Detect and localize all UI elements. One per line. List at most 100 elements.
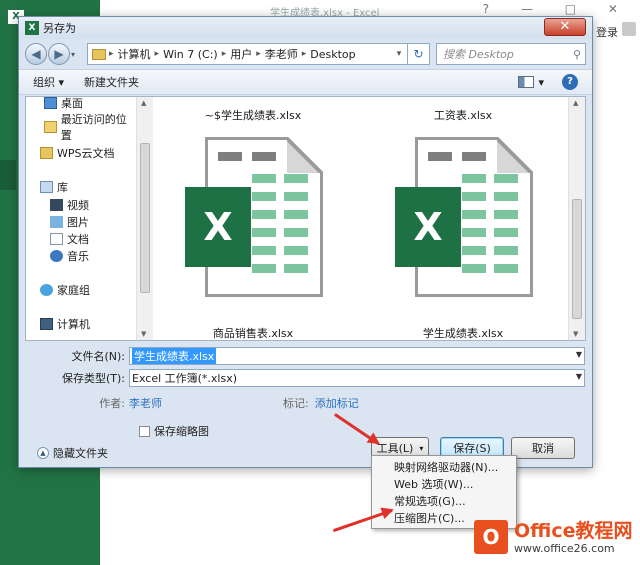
sidebar-item-computer[interactable]: 计算机 bbox=[40, 316, 90, 332]
breadcrumb-separator[interactable]: ▸ bbox=[256, 49, 261, 59]
sheet-cell bbox=[284, 228, 308, 237]
menu-item-map-network-drive[interactable]: 映射网络驱动器(N)... bbox=[372, 458, 516, 475]
filetype-value: Excel 工作簿(*.xlsx) bbox=[132, 372, 238, 385]
video-icon bbox=[50, 199, 63, 211]
file-temp-grades[interactable]: ~$学生成绩表.xlsx bbox=[173, 107, 333, 123]
scroll-down-icon[interactable]: ▼ bbox=[141, 330, 146, 338]
sidebar-item-recent[interactable]: 最近访问的位置 bbox=[44, 111, 136, 143]
add-tags-link[interactable]: 添加标记 bbox=[315, 395, 359, 411]
tools-button-label: 工具(L) bbox=[376, 442, 414, 455]
scroll-down-icon[interactable]: ▼ bbox=[573, 330, 578, 338]
breadcrumb-separator[interactable]: ▸ bbox=[222, 49, 227, 59]
chevron-down-icon[interactable]: ▼ bbox=[576, 372, 582, 381]
menu-item-web-options[interactable]: Web 选项(W)... bbox=[372, 475, 516, 492]
filename-row: 文件名(N): 学生成绩表.xlsx ▼ bbox=[25, 347, 585, 365]
avatar[interactable] bbox=[622, 22, 636, 36]
search-input[interactable]: 搜索 Desktop ⚲ bbox=[436, 43, 586, 65]
recent-pages-dropdown[interactable]: ▾ bbox=[71, 50, 83, 59]
dialog-titlebar[interactable]: X 另存为 ✕ bbox=[19, 17, 592, 39]
breadcrumb-user[interactable]: 李老师 bbox=[265, 46, 298, 62]
sheet-cell bbox=[494, 228, 518, 237]
back-button[interactable]: ◀ bbox=[25, 43, 47, 65]
sidebar-item-videos[interactable]: 视频 bbox=[50, 197, 89, 213]
sidebar-item-pictures[interactable]: 图片 bbox=[50, 214, 89, 230]
sidebar-item-homegroup[interactable]: 家庭组 bbox=[40, 282, 90, 298]
address-dropdown-icon[interactable]: ▾ bbox=[391, 49, 407, 59]
sheet-cell bbox=[462, 210, 486, 219]
sheet-cell bbox=[462, 246, 486, 255]
search-placeholder: 搜索 Desktop bbox=[443, 48, 514, 61]
desktop-icon bbox=[44, 97, 57, 109]
sheet-cell bbox=[284, 210, 308, 219]
file-grades[interactable]: 学生成绩表.xlsx bbox=[383, 325, 543, 341]
sheet-cell bbox=[252, 264, 276, 273]
address-bar-row: ◀ ▶ ▾ ▸ 计算机 ▸ Win 7 (C:) ▸ 用户 ▸ 李老师 ▸ De… bbox=[19, 39, 592, 69]
filetype-row: 保存类型(T): Excel 工作簿(*.xlsx) ▼ bbox=[25, 369, 585, 387]
scroll-up-icon[interactable]: ▲ bbox=[141, 99, 146, 107]
file-tile-grades[interactable]: X bbox=[395, 137, 565, 307]
menu-item-general-options[interactable]: 常规选项(G)... bbox=[372, 492, 516, 509]
pictures-icon bbox=[50, 216, 63, 228]
scrollbar-thumb[interactable] bbox=[140, 143, 150, 293]
author-value[interactable]: 李老师 bbox=[129, 395, 162, 411]
sidebar-item-label: 图片 bbox=[67, 216, 89, 229]
view-icon[interactable] bbox=[518, 76, 535, 88]
breadcrumb-desktop[interactable]: Desktop bbox=[310, 48, 355, 61]
excel-window-controls[interactable]: ? — □ ✕ bbox=[483, 2, 632, 16]
breadcrumb-separator[interactable]: ▸ bbox=[155, 49, 160, 59]
excel-file-icon: X bbox=[395, 187, 461, 267]
file-salary[interactable]: 工资表.xlsx bbox=[383, 107, 543, 123]
cancel-button[interactable]: 取消 bbox=[511, 437, 575, 459]
sidebar-item-label: 家庭组 bbox=[57, 284, 90, 297]
tags-label: 标记: bbox=[283, 397, 309, 410]
login-link[interactable]: 登录 bbox=[596, 24, 618, 40]
sidebar-item-libraries[interactable]: 库 bbox=[40, 179, 68, 195]
sheet-cell bbox=[284, 246, 308, 255]
breadcrumb-computer[interactable]: 计算机 bbox=[118, 46, 151, 62]
new-folder-button[interactable]: 新建文件夹 bbox=[84, 74, 139, 90]
sheet-cell bbox=[252, 210, 276, 219]
sidebar-item-desktop[interactable]: 桌面 bbox=[44, 95, 83, 111]
hide-folders-toggle[interactable]: ▲ 隐藏文件夹 bbox=[37, 445, 108, 461]
view-dropdown[interactable]: ▾ bbox=[538, 76, 544, 89]
sheet-cell bbox=[462, 174, 486, 183]
search-icon[interactable]: ⚲ bbox=[573, 48, 581, 61]
breadcrumb-separator[interactable]: ▸ bbox=[302, 49, 307, 59]
sheet-cell bbox=[494, 246, 518, 255]
address-bar[interactable]: ▸ 计算机 ▸ Win 7 (C:) ▸ 用户 ▸ 李老师 ▸ Desktop … bbox=[87, 43, 408, 65]
sheet-cell bbox=[462, 228, 486, 237]
close-button[interactable]: ✕ bbox=[544, 18, 586, 36]
documents-icon bbox=[50, 233, 63, 245]
help-icon[interactable]: ? bbox=[562, 74, 578, 90]
breadcrumb-separator[interactable]: ▸ bbox=[109, 49, 114, 59]
sidebar-item-label: 音乐 bbox=[67, 250, 89, 263]
file-list-scrollbar[interactable]: ▲ ▼ bbox=[568, 97, 585, 340]
breadcrumb-drive-c[interactable]: Win 7 (C:) bbox=[163, 48, 218, 61]
sheet-cell bbox=[252, 228, 276, 237]
filetype-select[interactable]: Excel 工作簿(*.xlsx) ▼ bbox=[129, 369, 585, 387]
scrollbar-thumb[interactable] bbox=[572, 199, 582, 319]
watermark: O Office教程网 www.office26.com bbox=[474, 513, 636, 561]
sidebar-item-music[interactable]: 音乐 bbox=[50, 248, 89, 264]
chevron-down-icon[interactable]: ▼ bbox=[576, 350, 582, 359]
refresh-button[interactable]: ↻ bbox=[408, 43, 430, 65]
sheet-cell bbox=[252, 152, 276, 161]
file-sales[interactable]: 商品销售表.xlsx bbox=[173, 325, 333, 341]
filename-input[interactable]: 学生成绩表.xlsx ▼ bbox=[129, 347, 585, 365]
navigation-scrollbar[interactable]: ▲ ▼ bbox=[136, 97, 153, 340]
sheet-cell bbox=[252, 174, 276, 183]
file-tile-sales[interactable]: X bbox=[185, 137, 355, 307]
sheet-cell bbox=[428, 152, 452, 161]
hide-folders-label: 隐藏文件夹 bbox=[53, 447, 108, 460]
dialog-title: 另存为 bbox=[43, 22, 76, 35]
author-label: 作者: bbox=[99, 397, 125, 410]
sidebar-item-label: 计算机 bbox=[57, 318, 90, 331]
scroll-up-icon[interactable]: ▲ bbox=[573, 99, 578, 107]
sheet-cell bbox=[284, 174, 308, 183]
organize-button[interactable]: 组织 ▾ bbox=[33, 74, 64, 90]
breadcrumb-users[interactable]: 用户 bbox=[230, 46, 252, 62]
sidebar-item-documents[interactable]: 文档 bbox=[50, 231, 89, 247]
sheet-cell bbox=[494, 264, 518, 273]
sidebar-item-wps[interactable]: WPS云文档 bbox=[40, 145, 115, 161]
forward-button[interactable]: ▶ bbox=[48, 43, 70, 65]
